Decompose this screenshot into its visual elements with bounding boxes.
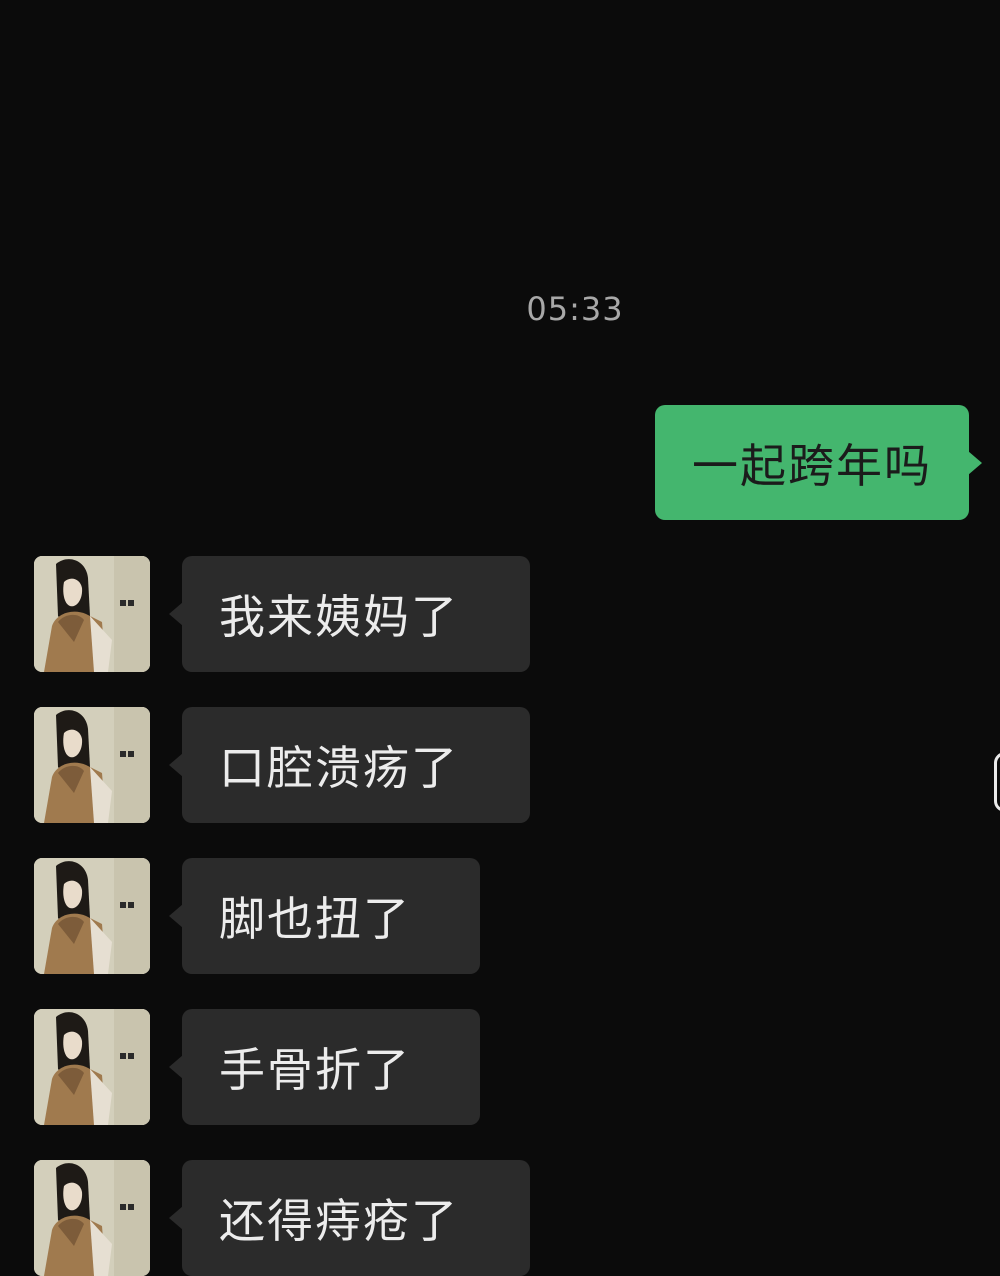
received-message-bubble[interactable]: 脚也扭了: [169, 858, 480, 974]
received-message-text: 还得痔疮了: [219, 1194, 459, 1248]
avatar-photo: [34, 556, 150, 672]
avatar[interactable]: [34, 858, 150, 974]
avatar[interactable]: [34, 556, 150, 672]
sent-message-text: 一起跨年吗: [692, 438, 932, 493]
received-message-text: 我来姨妈了: [219, 590, 459, 644]
avatar-photo: [34, 1160, 150, 1276]
received-message-bubble[interactable]: 口腔溃疡了: [169, 707, 530, 823]
avatar[interactable]: [34, 707, 150, 823]
sent-message-bubble[interactable]: 一起跨年吗: [655, 405, 982, 520]
received-message-bubble[interactable]: 手骨折了: [169, 1009, 480, 1125]
received-message-text: 脚也扭了: [219, 892, 411, 946]
received-message-text: 手骨折了: [219, 1043, 411, 1097]
chat-window: 05:33 一起跨年吗 我来姨妈了 口腔溃疡了 脚也扭了 手骨折了 还得痔疮了: [0, 0, 1000, 1276]
side-floating-handle[interactable]: [994, 752, 1000, 812]
avatar-photo: [34, 1009, 150, 1125]
received-message-bubble[interactable]: 我来姨妈了: [169, 556, 530, 672]
avatar-photo: [34, 707, 150, 823]
received-message-text: 口腔溃疡了: [219, 741, 459, 795]
avatar[interactable]: [34, 1160, 150, 1276]
received-message-bubble[interactable]: 还得痔疮了: [169, 1160, 530, 1276]
avatar-photo: [34, 858, 150, 974]
message-timestamp: 05:33: [526, 290, 624, 328]
avatar[interactable]: [34, 1009, 150, 1125]
